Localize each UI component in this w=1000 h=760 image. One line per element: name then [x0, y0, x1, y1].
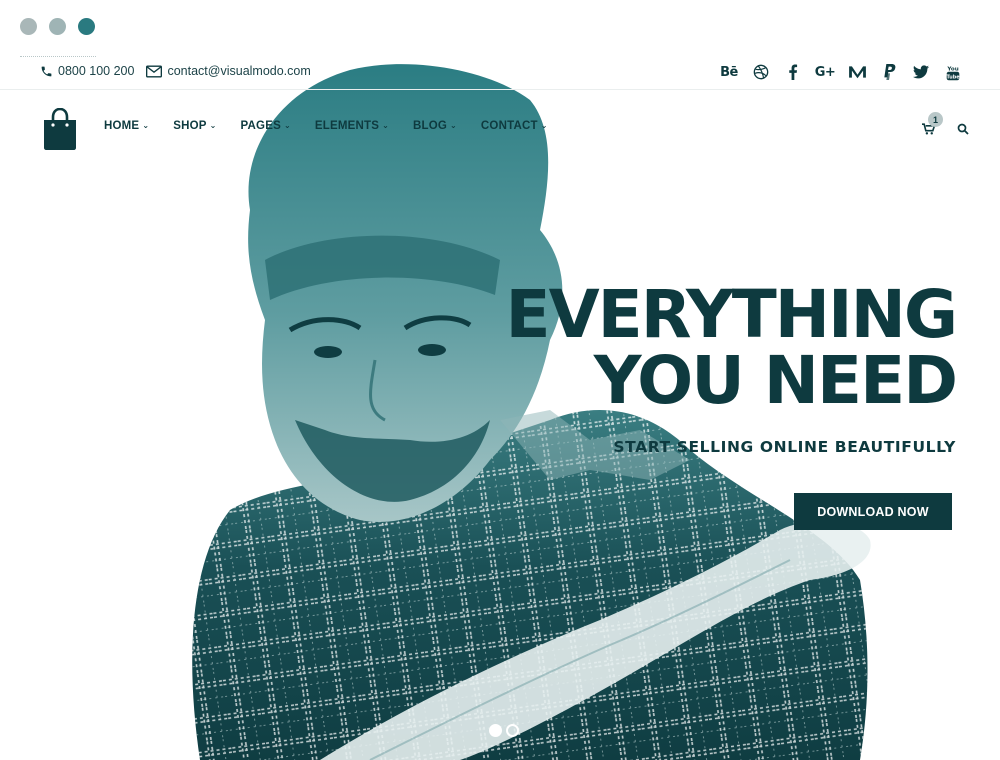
contact-info: 0800 100 200 contact@visualmodo.com — [40, 64, 323, 78]
cart-count-badge: 1 — [928, 112, 943, 127]
window-dot-1[interactable] — [20, 18, 37, 35]
nav-item-label: PAGES — [240, 120, 281, 132]
chevron-down-icon: ⌄ — [283, 120, 291, 130]
dotted-divider — [20, 56, 96, 57]
nav-menu: HOME ⌄ SHOP ⌄ PAGES ⌄ ELEMENTS ⌄ BLOG ⌄ CONTA… — [104, 120, 548, 132]
chevron-down-icon: ⌄ — [450, 120, 457, 130]
behance-icon[interactable]: Bē — [720, 63, 738, 81]
search-icon[interactable] — [957, 122, 969, 140]
chevron-down-icon: ⌄ — [142, 120, 150, 130]
main-navigation: HOME ⌄ SHOP ⌄ PAGES ⌄ ELEMENTS ⌄ BLOG ⌄ CONTA… — [0, 100, 1000, 156]
facebook-icon[interactable] — [784, 63, 802, 81]
top-bar: 0800 100 200 contact@visualmodo.com Bē G… — [0, 60, 1000, 90]
email-link[interactable]: contact@visualmodo.com — [146, 64, 311, 78]
nav-item-pages[interactable]: PAGES ⌄ — [241, 120, 291, 132]
nav-item-label: SHOP — [173, 120, 207, 132]
phone-icon — [41, 66, 52, 76]
nav-item-label: BLOG — [412, 120, 448, 132]
download-now-button[interactable]: DOWNLOAD NOW — [794, 493, 952, 530]
nav-item-label: CONTACT — [480, 120, 538, 132]
chevron-down-icon: ⌄ — [209, 120, 217, 130]
nav-item-home[interactable]: HOME ⌄ — [104, 120, 149, 132]
slide-dot-1[interactable] — [489, 724, 502, 737]
google-plus-icon[interactable]: G+ — [815, 63, 836, 81]
nav-item-label: HOME — [104, 120, 140, 132]
window-dot-2[interactable] — [49, 18, 66, 35]
phone-number: 0800 100 200 — [58, 64, 135, 78]
slide-dot-2[interactable] — [506, 724, 519, 737]
email-address: contact@visualmodo.com — [167, 64, 311, 78]
svg-text:Tube: Tube — [946, 74, 960, 80]
nav-item-elements[interactable]: ELEMENTS ⌄ — [315, 120, 389, 132]
nav-item-blog[interactable]: BLOG ⌄ — [413, 120, 457, 132]
headline-line-2: YOU NEED — [593, 342, 958, 419]
logo-bag-icon[interactable] — [42, 107, 78, 155]
social-links: Bē G+ You Tube — [720, 63, 962, 81]
window-dots — [20, 18, 95, 35]
svg-text:You: You — [946, 66, 958, 72]
chevron-down-icon: ⌄ — [540, 120, 548, 130]
headline-line-1: EVERYTHING — [505, 276, 958, 353]
nav-item-shop[interactable]: SHOP ⌄ — [173, 120, 216, 132]
twitter-icon[interactable] — [912, 63, 930, 81]
hero-subtitle: START SELLING ONLINE BEAUTIFULLY — [613, 438, 956, 456]
nav-item-contact[interactable]: CONTACT ⌄ — [481, 120, 548, 132]
hero-headline: EVERYTHING YOU NEED START SELLING ONLINE… — [505, 276, 958, 457]
phone-link[interactable]: 0800 100 200 — [40, 64, 134, 78]
slider-pagination — [489, 724, 519, 737]
youtube-icon[interactable]: You Tube — [944, 63, 962, 81]
window-dot-3[interactable] — [78, 18, 95, 35]
dribbble-icon[interactable] — [752, 63, 770, 81]
medium-icon[interactable] — [848, 63, 866, 81]
chevron-down-icon: ⌄ — [382, 120, 389, 130]
paypal-icon[interactable] — [880, 63, 898, 81]
envelope-icon — [146, 65, 163, 77]
nav-item-label: ELEMENTS — [314, 120, 380, 132]
